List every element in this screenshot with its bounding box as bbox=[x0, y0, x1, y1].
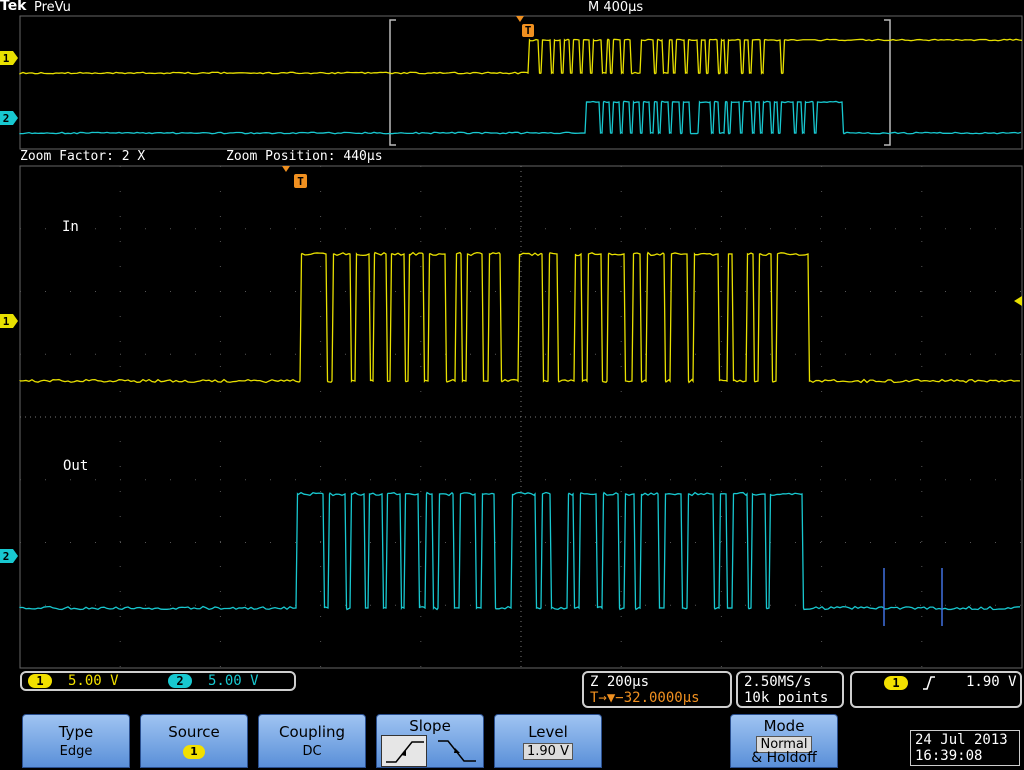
overview-ch1-ground-marker[interactable]: 1 bbox=[0, 51, 18, 65]
slope-falling-option[interactable] bbox=[433, 735, 479, 767]
svg-text:2: 2 bbox=[3, 112, 10, 125]
level-softkey-value: 1.90 V bbox=[523, 743, 573, 760]
ch1-label: In bbox=[62, 219, 79, 235]
record-length: 10k points bbox=[744, 690, 828, 706]
trigger-delay: T→▼−32.0000µs bbox=[590, 690, 700, 706]
zoom-ch1-ground-marker[interactable]: 1 bbox=[0, 314, 18, 328]
type-softkey-value: Edge bbox=[57, 744, 96, 759]
zoom-ch2-ground-marker[interactable]: 2 bbox=[0, 549, 18, 563]
trigger-source-chip: 1 bbox=[884, 676, 908, 690]
falling-slope-icon bbox=[434, 735, 478, 765]
overview-trigger-t-icon: T bbox=[522, 24, 534, 37]
zoom-factor-readout: Zoom Factor: 2 X bbox=[20, 149, 145, 164]
channel-scale-readout[interactable]: 1 5.00 V 2 5.00 V bbox=[20, 671, 296, 691]
trigger-readout[interactable]: 1 1.90 V bbox=[850, 671, 1022, 708]
slope-softkey[interactable]: Slope bbox=[376, 714, 484, 768]
type-softkey-label: Type bbox=[23, 723, 129, 741]
date: 24 Jul 2013 bbox=[915, 732, 1008, 748]
level-softkey[interactable]: Level 1.90 V bbox=[494, 714, 602, 768]
sample-rate: 2.50MS/s bbox=[744, 674, 811, 690]
svg-text:T: T bbox=[525, 24, 532, 37]
mode-softkey-holdoff: & Holdoff bbox=[731, 750, 837, 766]
ch1-scale: 5.00 V bbox=[68, 673, 119, 689]
coupling-softkey-value: DC bbox=[299, 744, 324, 759]
source-softkey[interactable]: Source 1 bbox=[140, 714, 248, 768]
svg-text:1: 1 bbox=[3, 315, 10, 328]
zoom-position-readout: Zoom Position: 440µs bbox=[226, 149, 383, 164]
overview-graticule bbox=[20, 16, 1022, 149]
acquisition-readout[interactable]: 2.50MS/s 10k points bbox=[736, 671, 844, 708]
mode-softkey[interactable]: Mode Normal & Holdoff bbox=[730, 714, 838, 768]
ch1-chip: 1 bbox=[28, 674, 52, 688]
rising-edge-icon bbox=[922, 676, 936, 690]
ch2-scale: 5.00 V bbox=[208, 673, 259, 689]
svg-text:2: 2 bbox=[3, 550, 10, 563]
type-softkey[interactable]: Type Edge bbox=[22, 714, 130, 768]
slope-softkey-label: Slope bbox=[377, 717, 483, 735]
overview-ch2-ground-marker[interactable]: 2 bbox=[0, 111, 18, 125]
coupling-softkey-label: Coupling bbox=[259, 723, 365, 741]
source-softkey-label: Source bbox=[141, 723, 247, 741]
svg-text:T: T bbox=[297, 175, 304, 188]
trigger-level-value: 1.90 V bbox=[966, 674, 1017, 690]
date-time: 24 Jul 2013 16:39:08 bbox=[910, 730, 1020, 766]
coupling-softkey[interactable]: Coupling DC bbox=[258, 714, 366, 768]
level-softkey-label: Level bbox=[495, 723, 601, 741]
svg-text:1: 1 bbox=[3, 52, 10, 65]
ch2-label: Out bbox=[63, 458, 88, 474]
rising-slope-icon bbox=[382, 736, 426, 766]
source-softkey-value: 1 bbox=[183, 745, 205, 759]
mode-softkey-label: Mode bbox=[731, 717, 837, 735]
zoom-timebase: Z 200µs bbox=[590, 674, 649, 690]
time: 16:39:08 bbox=[915, 748, 982, 764]
ch2-chip: 2 bbox=[168, 674, 192, 688]
waveform-display[interactable]: T T In Out 1 2 1 2 bbox=[0, 0, 1024, 680]
horizontal-readout[interactable]: Z 200µs T→▼−32.0000µs bbox=[582, 671, 732, 708]
zoom-trigger-t-icon: T bbox=[294, 174, 307, 188]
slope-rising-option[interactable] bbox=[381, 735, 427, 767]
